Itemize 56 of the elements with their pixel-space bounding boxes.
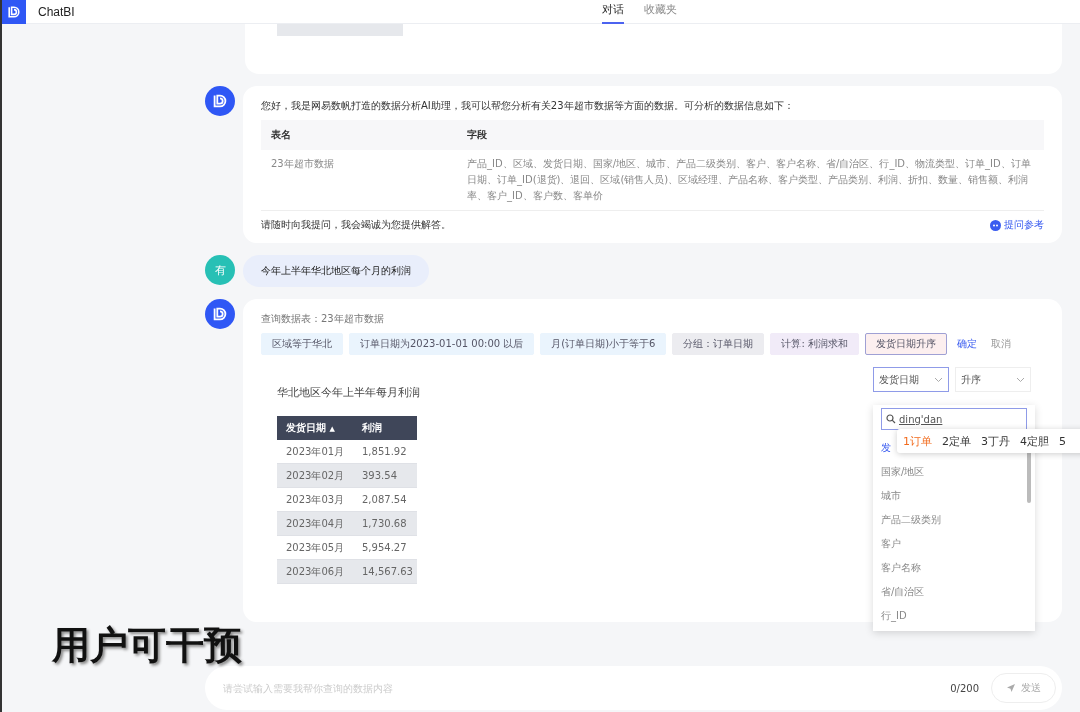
sort-field-select[interactable]: 发货日期	[873, 367, 949, 392]
table-cell-text: 2023年01月	[286, 444, 346, 459]
character-counter: 0/200	[950, 682, 979, 694]
dropdown-item[interactable]: 城市	[881, 484, 901, 508]
user-avatar: 有	[205, 255, 235, 285]
dropdown-item[interactable]: 客户	[881, 532, 901, 556]
table-cell-text: 2,087.54	[362, 494, 408, 505]
table-cell-text: 1,851.92	[362, 446, 408, 457]
chevron-down-icon	[1016, 376, 1025, 383]
table-cell-text: 393.54	[362, 470, 398, 481]
video-caption: 用户可干预	[52, 622, 242, 669]
table-cell-text: 2023年04月	[286, 516, 346, 531]
table-cell-text: 2023年03月	[286, 492, 346, 507]
condition-tag[interactable]: 区域等于华北	[261, 333, 343, 355]
ime-candidate[interactable]: 3丁丹	[981, 433, 1010, 449]
dropdown-item[interactable]: 国家/地区	[881, 460, 925, 484]
ime-candidate[interactable]: 2定单	[942, 433, 971, 449]
logo-icon	[211, 92, 229, 110]
ime-candidate[interactable]: 4定胆	[1020, 433, 1049, 449]
condition-tag[interactable]: 计算: 利润求和	[770, 333, 860, 355]
sort-order-select[interactable]: 升序	[955, 367, 1031, 392]
condition-tag[interactable]: 分组：订单日期	[672, 333, 765, 355]
table-header: 字段	[457, 120, 1044, 150]
condition-tag[interactable]: 月(订单日期)小于等于6	[540, 333, 667, 355]
condition-tag[interactable]: 发货日期升序	[865, 333, 948, 355]
user-message: 今年上半年华北地区每个月的利润	[243, 255, 429, 287]
table-header: 表名	[261, 120, 457, 150]
reference-link[interactable]: 提问参考	[990, 218, 1044, 232]
ime-candidate[interactable]: 5	[1059, 434, 1066, 448]
dropdown-item[interactable]: 行_ID	[881, 604, 907, 628]
table-cell: 产品_ID、区域、发货日期、国家/地区、城市、产品二级类别、客户、客户名称、省/自治区、行_ID、物流类型、订单_ID、订单日期、订单_ID(退货)、退回、区域(销售人员)、区域经理、产品名称、客户类型、产品类别、利润、折扣、数量、销售额、利润率、客户_ID、客户数、客单价	[457, 150, 1044, 211]
source-text: 查询数据表：23年超市数据	[261, 312, 385, 326]
table-cell: 23年超市数据	[261, 150, 457, 211]
send-icon	[1006, 683, 1016, 693]
table-cell-text: 14,567.63	[362, 566, 414, 577]
table-cell-text: 1,730.68	[362, 518, 408, 529]
table-cell-text: 2023年02月	[286, 468, 346, 483]
confirm-button[interactable]: 确定	[953, 337, 982, 351]
dropdown-item[interactable]: 发	[881, 436, 891, 460]
logo-icon	[211, 305, 229, 323]
condition-tag[interactable]: 订单日期为2023-01-01 00:00 以后	[349, 333, 535, 355]
table-cell-text: 5,954.27	[362, 542, 408, 553]
dropdown-item[interactable]: 客户名称	[881, 556, 921, 580]
app-name: ChatBI	[38, 4, 75, 19]
table-cell-text: 2023年05月	[286, 540, 346, 555]
dropdown-item[interactable]: 产品二级类别	[881, 508, 941, 532]
dropdown-item[interactable]: 省/自治区	[881, 580, 925, 604]
closing-text: 请随时向我提问，我会竭诚为您提供解答。	[261, 218, 451, 232]
nav-tab[interactable]: 收藏夹	[644, 0, 677, 24]
result-title: 华北地区今年上半年每月利润	[277, 385, 421, 400]
table-cell-text: 2023年06月	[286, 564, 346, 579]
chevron-down-icon	[934, 376, 943, 383]
greeting-text: 您好，我是网易数帆打造的数据分析AI助理，我可以帮您分析有关23年超市数据等方面的数据。可分析的数据信息如下：	[261, 99, 795, 113]
chat-icon	[990, 219, 1001, 231]
column-header[interactable]: 利润	[362, 421, 426, 435]
search-icon	[886, 414, 896, 424]
